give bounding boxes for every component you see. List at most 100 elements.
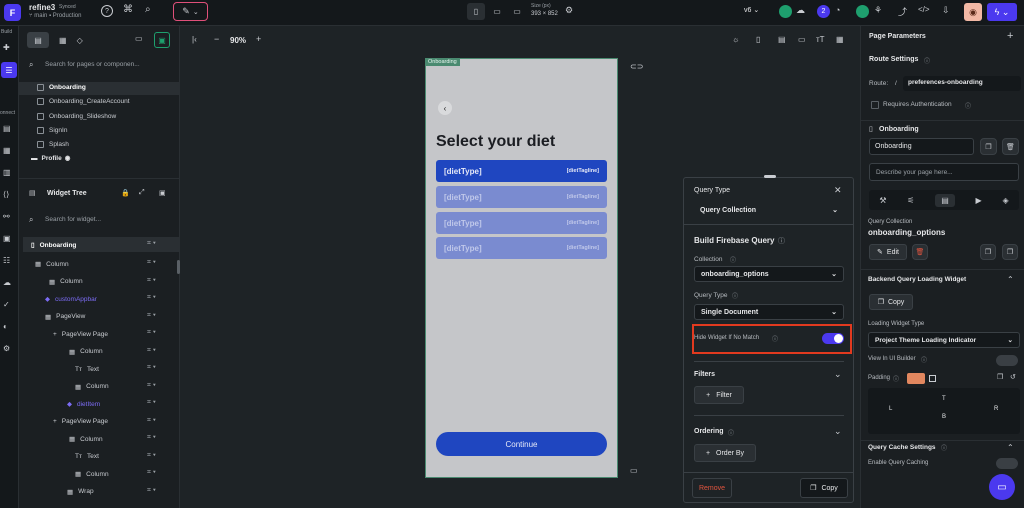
tree-node[interactable]: + PageView Page — [53, 415, 108, 429]
share-icon[interactable]: ⤴ — [898, 5, 907, 18]
page-selector-icon[interactable]: ☰ — [1, 62, 17, 78]
tree-node-action-icon[interactable]: ⌗ ▾ — [147, 382, 156, 390]
custom-code-icon[interactable]: ⟨⟩ — [3, 190, 9, 199]
phone-device-icon[interactable]: ▯ — [467, 3, 485, 20]
run-status-icon[interactable] — [856, 5, 869, 18]
padding-top[interactable]: T — [942, 396, 946, 402]
tree-node-action-icon[interactable]: ⌗ ▾ — [147, 487, 156, 495]
animations-tab-icon[interactable]: ▶ — [976, 196, 982, 205]
info-icon[interactable]: ⓘ — [893, 374, 899, 383]
backend-query-tab-icon[interactable]: ▤ — [935, 193, 955, 207]
delete-query-icon[interactable]: 🗑 — [912, 244, 928, 260]
cloud-functions-icon[interactable]: ☁ — [3, 278, 11, 287]
delete-icon[interactable]: 🗑 — [1002, 138, 1019, 155]
enable-caching-toggle[interactable] — [996, 458, 1018, 469]
tree-node[interactable]: ▦ Column — [49, 275, 83, 289]
edit-query-button[interactable]: ✎ Edit — [869, 244, 907, 260]
size-value[interactable]: 393 × 852 — [531, 11, 558, 17]
info-icon[interactable]: ⓘ — [965, 101, 971, 110]
pages-tab-icon[interactable]: ▤ — [27, 32, 49, 48]
flows-tab-icon[interactable]: ◇ — [77, 36, 83, 45]
copy-query-button[interactable]: ❐ Copy — [800, 478, 848, 498]
tree-node[interactable]: ▦ Column — [69, 432, 103, 446]
close-icon[interactable]: ✕ — [834, 185, 842, 196]
more-tab-icon[interactable]: ◈ — [1002, 196, 1008, 205]
help-icon[interactable]: ? — [101, 5, 113, 17]
deploy-lightning-icon[interactable]: ϟ ⌄ — [987, 3, 1017, 21]
copy-loading-widget-button[interactable]: ❐ Copy — [869, 294, 913, 310]
padding-bottom[interactable]: B — [942, 414, 946, 420]
info-icon[interactable]: ⓘ — [778, 236, 785, 246]
page-tag[interactable]: Onboarding — [425, 58, 460, 66]
continue-button[interactable]: Continue — [436, 432, 607, 456]
widget-palette-icon[interactable]: ✚ — [3, 43, 10, 52]
grid-icon[interactable]: ▦ — [836, 35, 844, 44]
diet-item[interactable]: [dietType] [dietTagline] — [436, 212, 607, 234]
info-icon[interactable]: ⓘ — [732, 291, 738, 300]
add-parameter-icon[interactable]: + — [1007, 30, 1013, 42]
page-name-input[interactable]: Onboarding — [869, 138, 974, 155]
tests-icon[interactable]: ✓ — [3, 300, 10, 309]
info-icon[interactable]: ⓘ — [728, 428, 734, 437]
folder-profile[interactable]: ▬ Profile ◉ — [31, 154, 70, 163]
chevron-up-icon[interactable]: ⌃ — [1007, 443, 1014, 452]
app-logo-icon[interactable]: F — [4, 4, 21, 21]
copy-padding-icon[interactable]: ❐ — [997, 373, 1003, 381]
app-values-icon[interactable]: ☷ — [3, 256, 10, 265]
diet-item[interactable]: [dietType] [dietTagline] — [436, 186, 607, 208]
page-item[interactable]: Onboarding_Slideshow — [37, 112, 116, 120]
tree-node[interactable]: Tт Text — [75, 450, 99, 464]
add-filter-button[interactable]: + Filter — [694, 386, 744, 404]
chevron-up-icon[interactable]: ⌃ — [1007, 275, 1014, 284]
remove-button[interactable]: Remove — [692, 478, 732, 498]
tree-node-action-icon[interactable]: ⌗ ▾ — [147, 240, 156, 248]
tree-node[interactable]: ▦ Column — [69, 345, 103, 359]
version-selector[interactable]: v6 ⌄ — [744, 6, 759, 15]
diet-item[interactable]: [dietType] [dietTagline] — [436, 160, 607, 182]
api-icon[interactable]: ▥ — [3, 168, 11, 177]
command-icon[interactable]: ⌘ — [123, 4, 133, 15]
tree-node-action-icon[interactable]: ⌗ ▾ — [147, 434, 156, 442]
desktop-device-icon[interactable]: ▭ — [509, 3, 525, 20]
tree-node-action-icon[interactable]: ⌗ ▾ — [147, 329, 156, 337]
collapse-left-icon[interactable]: |‹ — [192, 35, 197, 44]
add-page-icon[interactable]: ▣ — [154, 32, 170, 48]
light-mode-icon[interactable]: ☼ — [732, 35, 739, 44]
tree-node-action-icon[interactable]: ⌗ ▾ — [147, 452, 156, 460]
preview-eye-icon[interactable]: ◉ — [964, 3, 982, 21]
paste-query-icon[interactable]: ❐ — [1002, 244, 1018, 260]
comments-icon[interactable]: ☁ — [796, 5, 805, 16]
keyboard-toggle-icon[interactable]: ▭ — [630, 466, 638, 475]
tree-node-action-icon[interactable]: ⌗ ▾ — [147, 417, 156, 425]
tree-node-action-icon[interactable]: ⌗ ▾ — [147, 259, 156, 267]
components-tab-icon[interactable]: ▦ — [59, 36, 67, 45]
media-assets-icon[interactable]: ▣ — [3, 234, 11, 243]
properties-tab-icon[interactable]: ⚒ — [879, 196, 886, 205]
query-type-select[interactable]: Query Collection ⌄ — [694, 202, 844, 218]
add-folder-icon[interactable]: ▭ — [135, 34, 143, 43]
copy-query-icon[interactable]: ❐ — [980, 244, 996, 260]
loading-widget-select[interactable]: Project Theme Loading Indicator ⌄ — [868, 332, 1020, 348]
tree-node[interactable]: ▦ PageView — [45, 310, 85, 324]
tree-node-action-icon[interactable]: ⌗ ▾ — [147, 469, 156, 477]
layout-icon[interactable]: ▤ — [778, 35, 786, 44]
tree-node[interactable]: Tт Text — [75, 362, 99, 376]
qtype-select[interactable]: Single Document ⌄ — [694, 304, 844, 320]
tree-node-action-icon[interactable]: ⌗ ▾ — [147, 399, 156, 407]
status-check-icon[interactable] — [779, 5, 792, 18]
settings-icon[interactable]: ⚙ — [565, 5, 573, 16]
add-order-button[interactable]: + Order By — [694, 444, 756, 462]
zoom-level[interactable]: 90% — [230, 36, 246, 45]
drag-handle[interactable] — [764, 175, 776, 178]
tree-node[interactable]: ▦ Column — [75, 467, 109, 481]
theme-picker-button[interactable]: ✎ ⌄ — [173, 2, 208, 21]
link-icon[interactable]: ⊂⊃ — [630, 62, 643, 71]
integrations-icon[interactable]: ⚯ — [3, 212, 10, 221]
chat-support-button[interactable]: ▭ — [989, 474, 1015, 500]
duplicate-icon[interactable]: ❐ — [980, 138, 997, 155]
diet-item[interactable]: [dietType] [dietTagline] — [436, 237, 607, 259]
debug-icon[interactable]: ⚘ — [874, 5, 882, 16]
tree-node[interactable]: ▦ Column — [35, 257, 69, 271]
history-icon[interactable]: ◔ — [835, 5, 840, 15]
page-item[interactable]: Onboarding_CreateAccount — [37, 98, 130, 106]
